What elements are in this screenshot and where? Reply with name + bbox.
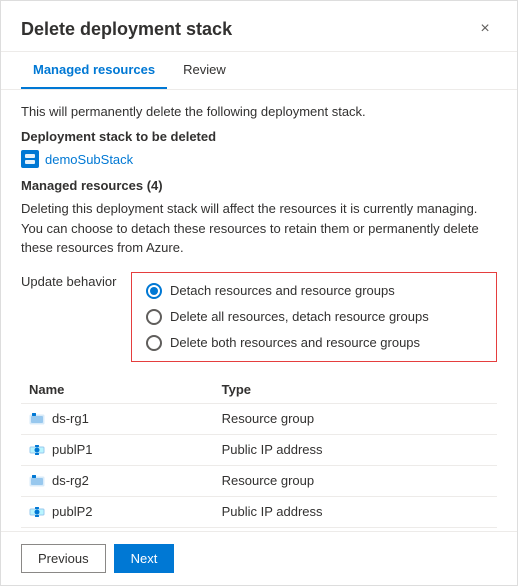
managed-resources-header: Managed resources (4) [21, 178, 497, 193]
col-name: Name [21, 376, 214, 404]
resource-type-cell: Resource group [214, 465, 497, 496]
dialog-body: This will permanently delete the followi… [1, 90, 517, 531]
col-type: Type [214, 376, 497, 404]
radio-circle-unselected-2 [146, 335, 162, 351]
table-row: publP1 Public IP address [21, 434, 497, 465]
delete-deployment-stack-dialog: Delete deployment stack × Managed resour… [0, 0, 518, 586]
update-behavior-label: Update behavior [21, 272, 131, 289]
resource-group-icon-2 [29, 473, 45, 489]
stack-icon [21, 150, 39, 168]
radio-inner [150, 287, 158, 295]
stack-section-label: Deployment stack to be deleted [21, 129, 497, 144]
radio-delete-all-resources[interactable]: Delete all resources, detach resource gr… [146, 309, 482, 325]
radio-circle-selected [146, 283, 162, 299]
radio-detach-resources[interactable]: Detach resources and resource groups [146, 283, 482, 299]
resource-name-cell: publP1 [21, 434, 214, 465]
dialog-header: Delete deployment stack × [1, 1, 517, 52]
resource-name-cell: publP2 [21, 496, 214, 527]
dialog-title: Delete deployment stack [21, 19, 232, 40]
resource-type-cell: Public IP address [214, 434, 497, 465]
resource-type-cell: Public IP address [214, 496, 497, 527]
resources-table: Name Type ds-rg1 [21, 376, 497, 528]
previous-button[interactable]: Previous [21, 544, 106, 573]
radio-delete-both[interactable]: Delete both resources and resource group… [146, 335, 482, 351]
tabs-bar: Managed resources Review [1, 52, 517, 90]
table-row: ds-rg1 Resource group [21, 403, 497, 434]
intro-text: This will permanently delete the followi… [21, 104, 497, 119]
resource-group-icon [29, 411, 45, 427]
tab-review[interactable]: Review [171, 52, 238, 89]
radio-circle-unselected-1 [146, 309, 162, 325]
tab-managed-resources[interactable]: Managed resources [21, 52, 167, 89]
resource-type-cell: Resource group [214, 403, 497, 434]
resource-name-cell: ds-rg2 [21, 465, 214, 496]
radio-group: Detach resources and resource groups Del… [131, 272, 497, 362]
ip-address-icon-2 [29, 504, 45, 520]
warning-text: Deleting this deployment stack will affe… [21, 199, 497, 258]
update-behavior-row: Update behavior Detach resources and res… [21, 272, 497, 362]
table-row: publP2 Public IP address [21, 496, 497, 527]
table-row: ds-rg2 Resource group [21, 465, 497, 496]
resource-name-cell: ds-rg1 [21, 403, 214, 434]
next-button[interactable]: Next [114, 544, 175, 573]
stack-name-link[interactable]: demoSubStack [21, 150, 497, 168]
close-button[interactable]: × [473, 17, 497, 41]
ip-address-icon [29, 442, 45, 458]
dialog-footer: Previous Next [1, 531, 517, 585]
